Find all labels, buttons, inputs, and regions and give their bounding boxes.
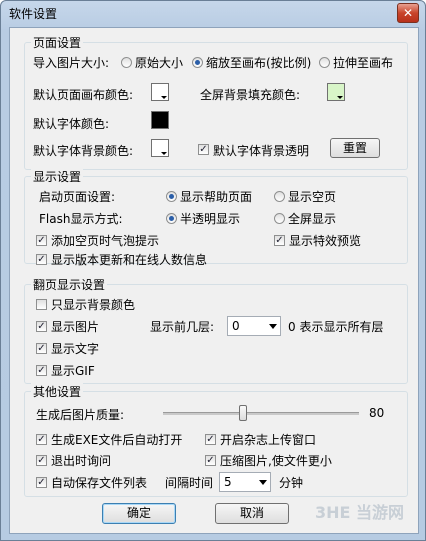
bubble-tip-checkbox[interactable]: ✓ bbox=[36, 235, 47, 246]
bg-only-checkbox[interactable] bbox=[36, 299, 47, 310]
chevron-down-icon bbox=[161, 96, 167, 99]
chevron-down-icon bbox=[337, 96, 343, 99]
show-text-label: 显示文字 bbox=[51, 342, 100, 356]
effect-preview-checkbox[interactable]: ✓ bbox=[274, 235, 285, 246]
layers-select[interactable]: 0 bbox=[227, 316, 281, 336]
startup-help-label: 显示帮助页面 bbox=[180, 190, 253, 204]
flash-fullscreen-label: 全屏显示 bbox=[288, 212, 337, 226]
startup-empty-label: 显示空页 bbox=[288, 190, 337, 204]
window-title: 软件设置 bbox=[9, 7, 58, 21]
reset-button[interactable]: 重置 bbox=[330, 138, 380, 158]
font-bg-transparent-label: 默认字体背景透明 bbox=[213, 144, 310, 158]
show-gif-checkbox[interactable]: ✓ bbox=[36, 365, 47, 376]
title-bar[interactable]: 软件设置 ✕ bbox=[1, 1, 425, 27]
show-gif-label: 显示GIF bbox=[51, 364, 95, 378]
exit-ask-label: 退出时询问 bbox=[51, 454, 112, 468]
show-text-checkbox[interactable]: ✓ bbox=[36, 343, 47, 354]
quality-slider-thumb[interactable] bbox=[239, 405, 247, 421]
compress-label: 压缩图片,使文件更小 bbox=[220, 454, 332, 468]
cancel-button[interactable]: 取消 bbox=[215, 503, 289, 524]
startup-help-radio[interactable] bbox=[166, 191, 177, 202]
size-stretch-label: 拉伸至画布 bbox=[333, 56, 394, 70]
bg-only-label: 只显示背景颜色 bbox=[51, 298, 136, 312]
version-info-checkbox[interactable]: ✓ bbox=[36, 254, 47, 265]
layers-hint: 0 表示显示所有层 bbox=[288, 320, 384, 334]
chevron-down-icon bbox=[161, 152, 167, 155]
version-info-label: 显示版本更新和在线人数信息 bbox=[51, 253, 208, 267]
quality-slider-track[interactable] bbox=[163, 412, 359, 415]
upload-window-checkbox[interactable]: ✓ bbox=[205, 434, 216, 445]
flash-translucent-radio[interactable] bbox=[166, 213, 177, 224]
canvas-color-label: 默认页面画布颜色: bbox=[33, 88, 134, 102]
import-size-label: 导入图片大小: bbox=[33, 56, 110, 70]
show-image-checkbox[interactable]: ✓ bbox=[36, 321, 47, 332]
compress-checkbox[interactable]: ✓ bbox=[205, 455, 216, 466]
size-fit-label: 缩放至画布(按比例) bbox=[206, 56, 312, 70]
font-bg-color-picker[interactable] bbox=[151, 139, 169, 157]
autosave-checkbox[interactable]: ✓ bbox=[36, 477, 47, 488]
upload-window-label: 开启杂志上传窗口 bbox=[220, 433, 317, 447]
size-stretch-radio[interactable] bbox=[319, 57, 330, 68]
other-settings-group: 其他设置 生成后图片质量: 80 ✓ 生成EXE文件后自动打开 ✓ 开启杂志上传… bbox=[24, 383, 408, 497]
startup-page-label: 启动页面设置: bbox=[39, 190, 116, 204]
other-settings-title: 其他设置 bbox=[31, 383, 84, 400]
size-original-label: 原始大小 bbox=[135, 56, 184, 70]
show-layers-label: 显示前几层: bbox=[150, 320, 215, 334]
chevron-down-icon bbox=[269, 324, 277, 329]
display-settings-group: 显示设置 启动页面设置: 显示帮助页面 显示空页 Flash显示方式: 半透明显… bbox=[24, 168, 408, 267]
chevron-down-icon bbox=[259, 480, 267, 485]
font-color-label: 默认字体颜色: bbox=[33, 117, 110, 131]
bubble-tip-label: 添加空页时气泡提示 bbox=[51, 234, 160, 248]
font-color-picker[interactable] bbox=[151, 111, 169, 129]
size-fit-radio[interactable] bbox=[192, 57, 203, 68]
interval-select-value: 5 bbox=[224, 475, 232, 489]
ok-button[interactable]: 确定 bbox=[102, 503, 176, 524]
watermark: 3HE 当游网 bbox=[314, 503, 404, 522]
font-bg-transparent-checkbox[interactable]: ✓ bbox=[198, 144, 209, 155]
auto-open-label: 生成EXE文件后自动打开 bbox=[51, 433, 183, 447]
flash-fullscreen-radio[interactable] bbox=[274, 213, 285, 224]
page-settings-title: 页面设置 bbox=[31, 34, 84, 51]
close-button[interactable]: ✕ bbox=[397, 3, 419, 23]
flip-settings-group: 翻页显示设置 只显示背景颜色 ✓ 显示图片 显示前几层: 0 0 表示显示所有层… bbox=[24, 276, 408, 384]
flip-settings-title: 翻页显示设置 bbox=[31, 276, 108, 293]
interval-unit: 分钟 bbox=[279, 476, 304, 490]
exit-ask-checkbox[interactable]: ✓ bbox=[36, 455, 47, 466]
page-settings-group: 页面设置 导入图片大小: 原始大小 缩放至画布(按比例) 拉伸至画布 默认页面画… bbox=[24, 34, 408, 170]
quality-value: 80 bbox=[369, 406, 385, 420]
font-bg-color-label: 默认字体背景颜色: bbox=[33, 144, 134, 158]
size-original-radio[interactable] bbox=[121, 57, 132, 68]
show-image-label: 显示图片 bbox=[51, 320, 100, 334]
flash-mode-label: Flash显示方式: bbox=[39, 212, 123, 226]
dialog-body: 页面设置 导入图片大小: 原始大小 缩放至画布(按比例) 拉伸至画布 默认页面画… bbox=[9, 27, 419, 534]
layers-select-value: 0 bbox=[232, 319, 240, 333]
startup-empty-radio[interactable] bbox=[274, 191, 285, 202]
autosave-label: 自动保存文件列表 bbox=[51, 476, 148, 490]
interval-select[interactable]: 5 bbox=[219, 472, 271, 492]
settings-window: 软件设置 ✕ 页面设置 导入图片大小: 原始大小 缩放至画布(按比例) 拉伸至画… bbox=[0, 0, 426, 541]
fullscreen-color-label: 全屏背景填充颜色: bbox=[200, 88, 301, 102]
quality-label: 生成后图片质量: bbox=[36, 408, 125, 422]
effect-preview-label: 显示特效预览 bbox=[289, 234, 362, 248]
display-settings-title: 显示设置 bbox=[31, 168, 84, 185]
fullscreen-color-picker[interactable] bbox=[327, 83, 345, 101]
interval-label: 间隔时间 bbox=[165, 476, 214, 490]
flash-translucent-label: 半透明显示 bbox=[180, 212, 241, 226]
auto-open-checkbox[interactable]: ✓ bbox=[36, 434, 47, 445]
canvas-color-picker[interactable] bbox=[151, 83, 169, 101]
